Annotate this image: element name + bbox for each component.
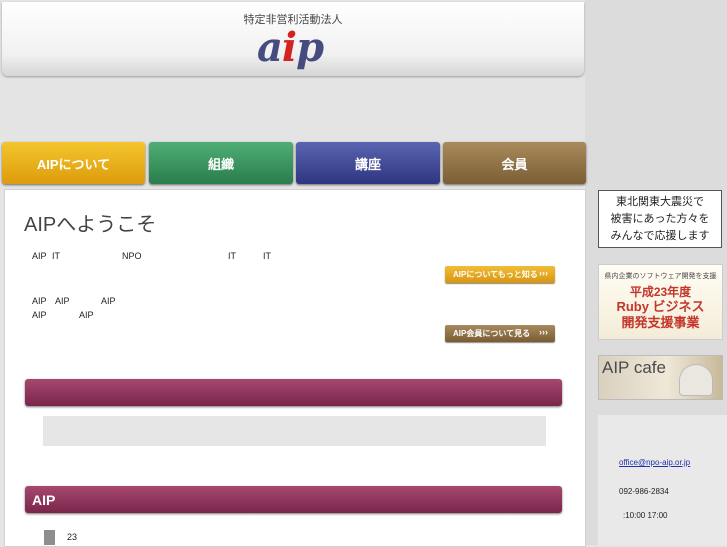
earthquake-support-banner[interactable]: 東北関東大震災で 被害にあった方々を みんなで応援します <box>598 190 722 248</box>
nav-organization[interactable]: 組織 <box>149 142 293 184</box>
aip-logo[interactable]: aip <box>257 28 324 68</box>
logo-letter-i: i <box>281 24 297 71</box>
more-about-aip-button[interactable]: AIPについてもっと知る ››› <box>445 266 555 283</box>
intro-text: IT <box>228 251 236 261</box>
aip-cafe-banner[interactable]: AIP cafe <box>598 355 723 400</box>
banner-line: 開発支援事業 <box>621 315 700 330</box>
member-text: AIP <box>32 296 47 306</box>
member-text: AIP <box>32 310 47 320</box>
phone-number: 092-986-2834 <box>619 487 669 496</box>
banner-line: 被害にあった方々を <box>610 213 710 225</box>
banner-line: Ruby ビジネス <box>616 299 705 314</box>
news-date: 23 <box>67 532 78 542</box>
intro-text: AIP <box>32 251 47 261</box>
chair-image <box>679 364 713 396</box>
double-chevron-right-icon: ››› <box>539 327 548 337</box>
nav-about[interactable]: AIPについて <box>2 142 145 184</box>
banner-line: 東北関東大震災で <box>616 196 704 208</box>
banner-caption: 県内企業のソフトウェア開発を支援 <box>604 273 717 280</box>
section-title-bar: AIP <box>25 486 562 513</box>
member-text: AIP <box>55 296 70 306</box>
member-text: AIP <box>101 296 116 306</box>
nav-courses[interactable]: 講座 <box>296 142 440 184</box>
content-box <box>43 416 546 446</box>
logo-letter-p: p <box>296 24 324 71</box>
banner-line: みんなで応援します <box>610 230 710 242</box>
more-about-label: AIPについてもっと知る <box>453 270 538 279</box>
about-members-label: AIP会員について見る <box>453 329 531 338</box>
news-marker-icon <box>44 530 55 545</box>
ruby-business-banner[interactable]: 県内企業のソフトウェア開発を支援 平成23年度 Ruby ビジネス 開発支援事業 <box>598 264 723 340</box>
welcome-title: AIPへようこそ <box>24 214 157 236</box>
intro-text: NPO <box>122 251 142 261</box>
site-header: 特定非営利活動法人 aip <box>2 2 584 76</box>
member-text: AIP <box>79 310 94 320</box>
cafe-banner-label: AIP cafe <box>602 358 666 377</box>
section-bar <box>25 379 562 406</box>
intro-text: IT <box>263 251 271 261</box>
contact-box <box>598 415 727 545</box>
double-chevron-right-icon: ››› <box>539 268 548 278</box>
about-members-button[interactable]: AIP会員について見る ››› <box>445 325 555 342</box>
email-link[interactable]: office@npo-aip.or.jp <box>619 458 690 467</box>
intro-text: IT <box>52 251 60 261</box>
logo-letter-a: a <box>257 24 283 71</box>
banner-line: 平成23年度 <box>629 285 692 299</box>
nav-members[interactable]: 会員 <box>443 142 586 184</box>
office-hours: :10:00 17:00 <box>623 511 668 520</box>
